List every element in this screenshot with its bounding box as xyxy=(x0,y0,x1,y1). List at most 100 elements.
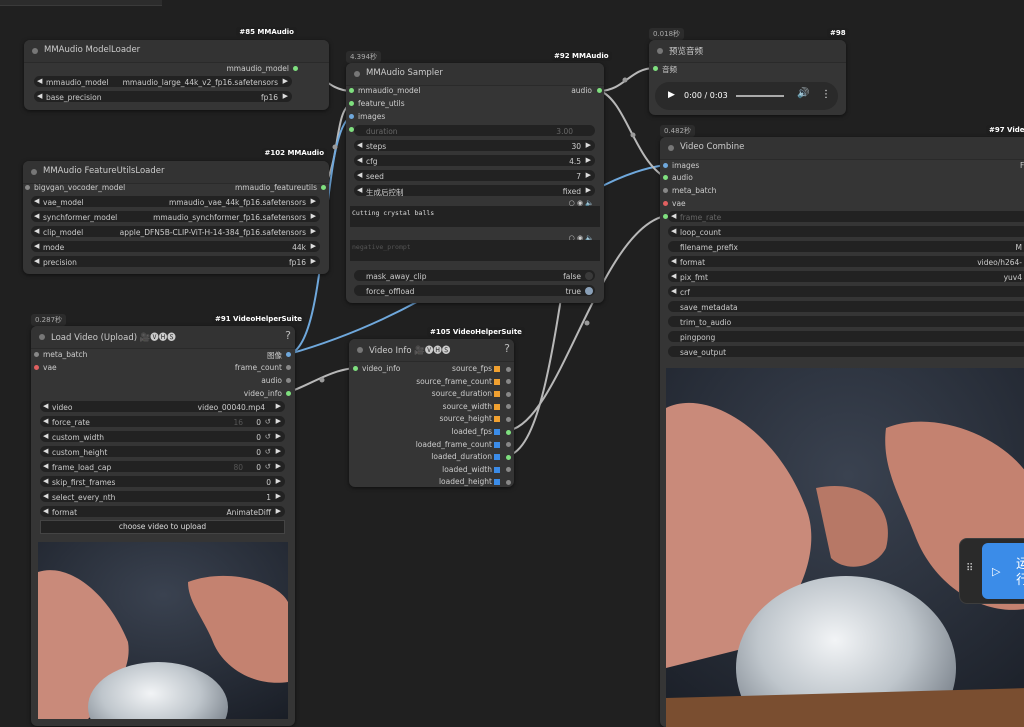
widget-save-metadata[interactable]: save_metadata xyxy=(668,301,1024,312)
negative-prompt-textarea[interactable]: negative_prompt xyxy=(350,240,600,261)
arrow-right-icon[interactable]: ▶ xyxy=(276,417,281,425)
node-video-info[interactable]: Video Info 🎥🅥🅗🅢? video_info source_fps so… xyxy=(349,339,514,487)
widget-frame-load-cap[interactable]: ◀ frame_load_cap 80 0 ↺ ▶ xyxy=(40,461,285,472)
toggle-switch-off[interactable] xyxy=(585,271,593,280)
node-header[interactable]: Video Combine xyxy=(660,137,1024,160)
widget-precision[interactable]: ◀ precision fp16 ▶ xyxy=(31,256,320,267)
widget-synchformer-model[interactable]: ◀ synchformer_model mmaudio_synchformer_fp… xyxy=(31,211,320,222)
node-header[interactable]: MMAudio ModelLoader xyxy=(24,40,329,63)
run-button[interactable]: ▷ 运行 xyxy=(982,543,1024,599)
arrow-left-icon[interactable]: ◀ xyxy=(357,156,362,164)
widget-skip-first-frames[interactable]: ◀ skip_first_frames 0 ▶ xyxy=(40,476,285,487)
input-pin[interactable] xyxy=(34,352,39,357)
input-pin[interactable] xyxy=(353,366,358,371)
output-pin[interactable] xyxy=(293,66,298,71)
arrow-right-icon[interactable]: ▶ xyxy=(276,402,281,410)
arrow-right-icon[interactable]: ▶ xyxy=(276,477,281,485)
arrow-right-icon[interactable]: ▶ xyxy=(276,507,281,515)
arrow-left-icon[interactable]: ◀ xyxy=(34,257,39,265)
input-pin[interactable] xyxy=(25,185,30,190)
choose-video-upload-button[interactable]: choose video to upload xyxy=(40,520,285,534)
arrow-left-icon[interactable]: ◀ xyxy=(43,417,48,425)
node-header[interactable]: MMAudio FeatureUtilsLoader xyxy=(23,161,329,184)
more-options-icon[interactable]: ⋮ xyxy=(821,89,831,100)
input-pin[interactable] xyxy=(349,114,354,119)
output-pin[interactable] xyxy=(286,391,291,396)
output-pin[interactable] xyxy=(506,416,511,422)
output-pin[interactable] xyxy=(506,379,511,385)
widget-save-output[interactable]: save_output xyxy=(668,346,1024,357)
arrow-right-icon[interactable]: ▶ xyxy=(586,186,591,194)
widget-mmaudio-model[interactable]: ◀ mmaudio_model mmaudio_large_44k_v2_fp16.… xyxy=(34,76,292,87)
arrow-right-icon[interactable]: ▶ xyxy=(283,77,288,85)
toggle-mask-away-clip[interactable]: mask_away_clip false xyxy=(354,270,595,281)
input-pin[interactable] xyxy=(653,66,658,71)
widget-control-after-generate[interactable]: ◀ 生成后控制 fixed ▶ xyxy=(354,185,595,197)
widget-pix-fmt[interactable]: ◀ pix_fmt yuv4 xyxy=(668,271,1024,282)
collapse-dot[interactable] xyxy=(668,145,674,151)
collapse-dot[interactable] xyxy=(357,347,363,353)
widget-steps[interactable]: ◀ steps 30 ▶ xyxy=(354,140,595,151)
output-pin[interactable] xyxy=(506,391,511,397)
input-pin[interactable] xyxy=(663,175,668,180)
widget-force-rate[interactable]: ◀ force_rate 16 0 ↺ ▶ xyxy=(40,416,285,427)
help-icon[interactable]: ? xyxy=(504,342,510,355)
arrow-right-icon[interactable]: ▶ xyxy=(283,92,288,100)
output-pin[interactable] xyxy=(506,404,511,410)
reset-icon[interactable]: ↺ xyxy=(265,462,271,471)
widget-frame-rate[interactable]: ◀ frame_rate xyxy=(668,211,1024,222)
output-pin[interactable] xyxy=(506,454,511,460)
arrow-left-icon[interactable]: ◀ xyxy=(671,227,676,235)
video-preview[interactable] xyxy=(38,542,288,719)
drag-handle-icon[interactable]: ⠿ xyxy=(966,563,973,574)
arrow-left-icon[interactable]: ◀ xyxy=(43,477,48,485)
arrow-right-icon[interactable]: ▶ xyxy=(311,227,316,235)
arrow-right-icon[interactable]: ▶ xyxy=(276,492,281,500)
output-pin[interactable] xyxy=(506,467,511,473)
input-pin[interactable] xyxy=(349,88,354,93)
play-icon[interactable]: ▶ xyxy=(668,90,675,100)
widget-filename-prefix[interactable]: filename_prefix M xyxy=(668,241,1024,252)
arrow-left-icon[interactable]: ◀ xyxy=(37,77,42,85)
collapse-dot[interactable] xyxy=(31,169,37,175)
arrow-right-icon[interactable]: ▶ xyxy=(586,171,591,179)
widget-custom-width[interactable]: ◀ custom_width 0 ↺ ▶ xyxy=(40,431,285,442)
widget-loop-count[interactable]: ◀ loop_count xyxy=(668,226,1024,237)
output-pin[interactable] xyxy=(286,378,291,383)
collapse-dot[interactable] xyxy=(32,48,38,54)
toggle-force-offload[interactable]: force_offload true xyxy=(354,285,595,296)
node-header[interactable]: Load Video (Upload) 🎥🅥🅗🅢? xyxy=(31,326,295,349)
node-mmaudio-model-loader[interactable]: #85 MMAudio MMAudio ModelLoader mmaudio_… xyxy=(24,27,329,110)
reset-icon[interactable]: ↺ xyxy=(265,417,271,426)
reset-icon[interactable]: ↺ xyxy=(265,432,271,441)
output-pin[interactable] xyxy=(506,479,511,485)
arrow-left-icon[interactable]: ◀ xyxy=(43,432,48,440)
arrow-left-icon[interactable]: ◀ xyxy=(43,462,48,470)
node-header[interactable]: MMAudio Sampler xyxy=(346,63,604,86)
volume-icon[interactable]: 🔊 xyxy=(797,88,809,99)
arrow-left-icon[interactable]: ◀ xyxy=(43,447,48,455)
arrow-right-icon[interactable]: ▶ xyxy=(311,197,316,205)
widget-cfg[interactable]: ◀ cfg 4.5 ▶ xyxy=(354,155,595,166)
arrow-right-icon[interactable]: ▶ xyxy=(586,141,591,149)
output-pin[interactable] xyxy=(321,185,326,190)
output-pin[interactable] xyxy=(506,429,511,435)
widget-custom-height[interactable]: ◀ custom_height 0 ↺ ▶ xyxy=(40,446,285,457)
arrow-left-icon[interactable]: ◀ xyxy=(34,197,39,205)
output-pin[interactable] xyxy=(286,352,291,357)
node-header[interactable]: Video Info 🎥🅥🅗🅢? xyxy=(349,339,514,362)
widget-vae-model[interactable]: ◀ vae_model mmaudio_vae_44k_fp16.safetenso… xyxy=(31,196,320,207)
widget-format[interactable]: ◀ format AnimateDiff ▶ xyxy=(40,506,285,517)
input-pin[interactable] xyxy=(34,365,39,370)
arrow-right-icon[interactable]: ▶ xyxy=(276,462,281,470)
arrow-right-icon[interactable]: ▶ xyxy=(276,432,281,440)
arrow-right-icon[interactable]: ▶ xyxy=(311,242,316,250)
arrow-right-icon[interactable]: ▶ xyxy=(311,257,316,265)
audio-player[interactable]: ▶ 0:00 / 0:03 🔊 ⋮ xyxy=(655,82,838,110)
collapse-dot[interactable] xyxy=(39,334,45,340)
arrow-right-icon[interactable]: ▶ xyxy=(586,156,591,164)
output-pin[interactable] xyxy=(597,88,602,93)
input-pin[interactable] xyxy=(663,163,668,168)
reset-icon[interactable]: ↺ xyxy=(265,447,271,456)
arrow-left-icon[interactable]: ◀ xyxy=(43,402,48,410)
